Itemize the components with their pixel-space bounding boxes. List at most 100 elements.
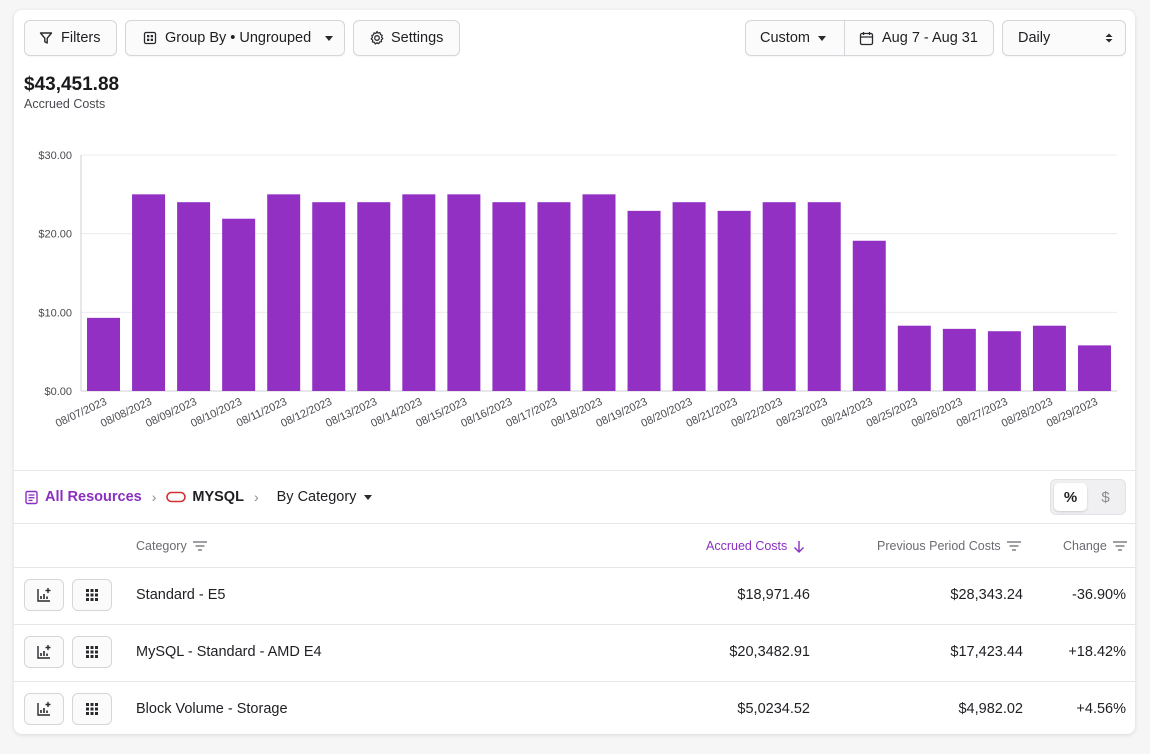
breadcrumb-all-resources[interactable]: All Resources bbox=[24, 489, 142, 505]
dots-grid-icon bbox=[85, 702, 99, 716]
bar bbox=[717, 210, 751, 391]
bar bbox=[1077, 345, 1111, 391]
filter-icon bbox=[39, 31, 53, 45]
bar bbox=[987, 331, 1021, 391]
bar bbox=[312, 202, 346, 391]
row-grid-button[interactable] bbox=[72, 636, 112, 668]
cost-explorer-card: Filters Group By • Ungrouped Settings Cu… bbox=[14, 10, 1135, 734]
breadcrumb-root-label: All Resources bbox=[45, 489, 142, 505]
bar bbox=[762, 202, 796, 391]
bar bbox=[897, 325, 931, 391]
granularity-label: Daily bbox=[1018, 30, 1051, 46]
calendar-icon bbox=[859, 31, 874, 46]
row-accrued: $20,3482.91 bbox=[729, 644, 810, 660]
table-top-divider bbox=[14, 523, 1135, 524]
section-divider bbox=[14, 470, 1135, 471]
bar bbox=[177, 202, 211, 391]
bar bbox=[627, 210, 661, 391]
row-change: +4.56% bbox=[1076, 701, 1126, 717]
chart-add-icon bbox=[36, 701, 52, 717]
bar bbox=[357, 202, 391, 391]
breadcrumb-mysql: MYSQL bbox=[166, 489, 244, 505]
bar bbox=[132, 194, 166, 391]
dollar-toggle-button[interactable]: $ bbox=[1089, 483, 1122, 511]
row-grid-button[interactable] bbox=[72, 579, 112, 611]
row-grid-button[interactable] bbox=[72, 693, 112, 725]
column-header-accrued-label: Accrued Costs bbox=[706, 539, 788, 553]
bar bbox=[537, 202, 571, 391]
column-header-change-label: Change bbox=[1063, 539, 1107, 553]
bar bbox=[1032, 325, 1066, 391]
select-arrows-icon bbox=[1105, 32, 1113, 48]
dots-grid-icon bbox=[85, 588, 99, 602]
breadcrumb-current-label: MYSQL bbox=[192, 489, 244, 505]
row-category: Standard - E5 bbox=[136, 587, 226, 603]
row-previous: $17,423.44 bbox=[950, 644, 1023, 660]
y-tick-label: $10.00 bbox=[38, 307, 72, 319]
date-range-label: Aug 7 - Aug 31 bbox=[882, 30, 978, 46]
row-accrued: $18,971.46 bbox=[737, 587, 810, 603]
grid-icon bbox=[143, 31, 157, 45]
chevron-right-icon: › bbox=[253, 489, 259, 505]
filters-button[interactable]: Filters bbox=[24, 20, 117, 56]
x-tick-label: 08/29/2023 bbox=[1045, 396, 1100, 430]
sort-descending-arrow-icon bbox=[793, 540, 805, 553]
bar bbox=[402, 194, 436, 391]
bar bbox=[852, 240, 886, 391]
column-header-category[interactable]: Category bbox=[136, 538, 207, 554]
row-chart-button[interactable] bbox=[24, 636, 64, 668]
row-chart-button[interactable] bbox=[24, 579, 64, 611]
dots-grid-icon bbox=[85, 645, 99, 659]
value-mode-toggle: % $ bbox=[1050, 479, 1126, 515]
total-accrued-cost: $43,451.88 bbox=[24, 74, 120, 95]
y-tick-label: $30.00 bbox=[38, 150, 72, 162]
group-by-dropdown[interactable]: Group By • Ungrouped bbox=[125, 20, 345, 56]
bar bbox=[447, 194, 481, 391]
row-change: -36.90% bbox=[1071, 587, 1126, 603]
daily-cost-bar-chart: $0.00$10.00$20.00$30.0008/07/202308/08/2… bbox=[38, 150, 1117, 430]
bar bbox=[267, 194, 301, 391]
range-preset-label: Custom bbox=[760, 30, 810, 46]
date-range-picker[interactable]: Aug 7 - Aug 31 bbox=[844, 20, 994, 56]
bar bbox=[492, 202, 526, 391]
bar bbox=[942, 328, 976, 391]
column-header-previous[interactable]: Previous Period Costs bbox=[877, 538, 1021, 554]
table-row[interactable]: MySQL - Standard - AMD E4 $20,3482.91 $1… bbox=[14, 625, 1135, 682]
chevron-down-icon bbox=[817, 35, 826, 41]
database-oval-icon bbox=[166, 491, 187, 503]
bar bbox=[582, 194, 616, 391]
gear-icon bbox=[369, 30, 385, 46]
group-by-label: Group By • Ungrouped bbox=[165, 30, 312, 46]
table-row[interactable]: Standard - E5 $18,971.46 $28,343.24 -36.… bbox=[14, 568, 1135, 625]
breadcrumb: All Resources › MYSQL › By Category bbox=[24, 486, 373, 508]
table-row[interactable]: Block Volume - Storage $5,0234.52 $4,982… bbox=[14, 682, 1135, 734]
column-header-previous-label: Previous Period Costs bbox=[877, 539, 1001, 553]
chevron-down-icon bbox=[364, 494, 373, 500]
column-header-accrued[interactable]: Accrued Costs bbox=[706, 538, 805, 554]
bar bbox=[222, 218, 256, 391]
group-by-category-label: By Category bbox=[276, 489, 357, 505]
bar bbox=[87, 317, 121, 391]
row-category: Block Volume - Storage bbox=[136, 701, 288, 717]
row-chart-button[interactable] bbox=[24, 693, 64, 725]
settings-button[interactable]: Settings bbox=[353, 20, 460, 56]
filters-label: Filters bbox=[61, 30, 101, 46]
column-header-change[interactable]: Change bbox=[1063, 538, 1127, 554]
filter-lines-icon bbox=[192, 541, 207, 551]
column-header-category-label: Category bbox=[136, 539, 187, 553]
chart-add-icon bbox=[36, 587, 52, 603]
row-category: MySQL - Standard - AMD E4 bbox=[136, 644, 322, 660]
chevron-down-icon bbox=[325, 35, 334, 41]
settings-label: Settings bbox=[391, 30, 444, 46]
filter-lines-icon bbox=[1112, 541, 1127, 551]
row-change: +18.42% bbox=[1068, 644, 1126, 660]
percent-toggle-button[interactable]: % bbox=[1054, 483, 1087, 511]
bar bbox=[672, 202, 706, 391]
group-by-category-dropdown[interactable]: By Category bbox=[277, 489, 373, 505]
filter-lines-icon bbox=[1006, 541, 1021, 551]
chart-add-icon bbox=[36, 644, 52, 660]
range-preset-dropdown[interactable]: Custom bbox=[745, 20, 845, 56]
y-tick-label: $0.00 bbox=[44, 386, 72, 398]
row-accrued: $5,0234.52 bbox=[737, 701, 810, 717]
granularity-select[interactable]: Daily bbox=[1002, 20, 1126, 56]
